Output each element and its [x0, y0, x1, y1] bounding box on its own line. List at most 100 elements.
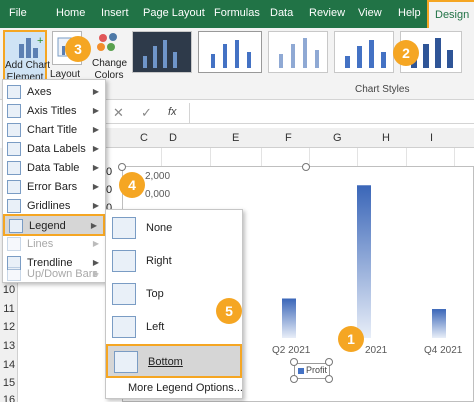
row-header[interactable]: 12	[0, 321, 18, 333]
axis-titles-icon	[7, 104, 21, 118]
chart-style-preview	[211, 40, 251, 68]
legend-swatch	[298, 368, 304, 374]
cell-value[interactable]: 0	[106, 184, 112, 196]
change-colors-button[interactable]: Change Colors	[92, 30, 128, 81]
chart-style-preview	[143, 40, 177, 68]
legend-icon	[9, 219, 23, 233]
column-header[interactable]: H	[382, 132, 390, 144]
legend-option-label: Top	[146, 288, 164, 300]
add-chart-element-button[interactable]: + Add Chart Element	[3, 30, 51, 83]
menu-item-label: Legend	[29, 220, 66, 232]
menu-item-label: Data Table	[27, 162, 80, 174]
tab-file[interactable]: File	[9, 7, 27, 19]
menu-item-label: Axes	[27, 86, 52, 98]
submenu-arrow-icon: ▶	[92, 269, 99, 278]
menu-item-label: Chart Title	[27, 124, 78, 136]
submenu-arrow-icon: ▶	[92, 239, 99, 248]
row-header[interactable]: 13	[0, 340, 18, 352]
resize-handle[interactable]	[290, 358, 298, 366]
menu-item-label: Error Bars	[27, 181, 78, 193]
legend-option-label: None	[146, 222, 173, 234]
add-chart-element-menu: Axes ▶ Axis Titles ▶ Chart Title ▶ Data …	[2, 79, 106, 283]
legend-option-label: Left	[146, 321, 165, 333]
error-bars-icon	[7, 180, 21, 194]
confirm-icon[interactable]: ✓	[141, 105, 152, 121]
add-chart-label-line1: Add Chart	[5, 60, 51, 71]
row-header[interactable]: 11	[0, 303, 18, 315]
column-header[interactable]: D	[169, 132, 177, 144]
menu-item-label: Gridlines	[27, 200, 71, 212]
step-callout: 1	[338, 326, 364, 352]
step-callout: 4	[119, 172, 145, 198]
resize-handle[interactable]	[325, 375, 333, 383]
submenu-arrow-icon: ▶	[92, 163, 99, 172]
legend-option-none[interactable]: None	[106, 212, 242, 245]
svg-text:+: +	[37, 35, 43, 47]
row-header[interactable]: 10	[0, 284, 18, 296]
legend-label: Profit	[306, 365, 328, 375]
row-header[interactable]: 14	[0, 359, 18, 371]
y-axis-tick-label: 2,000	[145, 171, 171, 182]
column-header[interactable]: G	[333, 132, 342, 144]
submenu-arrow-icon: ▶	[92, 125, 99, 134]
color-palette-icon	[97, 33, 117, 51]
submenu-arrow-icon: ▶	[92, 182, 99, 191]
menu-item-label: Lines	[27, 238, 54, 250]
column-header[interactable]: C	[140, 132, 148, 144]
function-icon[interactable]: fx	[168, 106, 177, 118]
ribbon-tab-bar: File Home Insert Page Layout Formulas Da…	[0, 0, 474, 28]
resize-handle[interactable]	[325, 358, 333, 366]
submenu-arrow-icon: ▶	[92, 87, 99, 96]
lines-icon	[7, 237, 21, 251]
chart-style-thumb-3[interactable]	[268, 31, 328, 73]
tab-help[interactable]: Help	[398, 7, 421, 19]
legend-none-icon	[112, 217, 136, 239]
menu-item-legend[interactable]: Legend ▶	[3, 214, 105, 236]
row-header[interactable]: 15	[0, 377, 18, 389]
tab-insert[interactable]: Insert	[101, 7, 129, 19]
tab-data[interactable]: Data	[270, 7, 293, 19]
step-callout: 5	[216, 298, 242, 324]
chart-style-thumb-1[interactable]	[132, 31, 192, 73]
chart-title-icon	[7, 123, 21, 137]
data-labels-icon	[7, 142, 21, 156]
y-axis-tick-label: 0,000	[145, 189, 171, 200]
chart-style-preview	[279, 38, 319, 68]
more-legend-options-link[interactable]: More Legend Options...	[128, 382, 243, 394]
column-header[interactable]: F	[285, 132, 292, 144]
submenu-arrow-icon: ▶	[92, 144, 99, 153]
x-axis-category-label: 2021	[365, 345, 388, 356]
legend-option-bottom[interactable]: Bottom	[106, 344, 242, 378]
tab-formulas[interactable]: Formulas	[214, 7, 260, 19]
resize-handle[interactable]	[290, 375, 298, 383]
tab-design[interactable]: Design	[427, 0, 474, 28]
resize-handle[interactable]	[118, 163, 126, 171]
tab-review[interactable]: Review	[309, 7, 345, 19]
tab-home[interactable]: Home	[56, 7, 85, 19]
column-header[interactable]: E	[232, 132, 239, 144]
submenu-arrow-icon: ▶	[92, 201, 99, 210]
legend-option-right[interactable]: Right	[106, 245, 242, 278]
row-header[interactable]: 16	[0, 394, 18, 402]
menu-item-label: Axis Titles	[27, 105, 77, 117]
change-colors-line1: Change	[92, 58, 128, 69]
up-down-bars-icon	[7, 267, 21, 281]
tab-page-layout[interactable]: Page Layout	[143, 7, 205, 19]
column-header-row: C D E F G H I	[105, 128, 474, 148]
column-header[interactable]: I	[430, 132, 433, 144]
cancel-icon[interactable]: ✕	[113, 105, 124, 121]
legend-bottom-icon	[114, 351, 138, 373]
menu-item-label: Up/Down Bars	[27, 268, 98, 280]
chart-style-thumb-2[interactable]	[198, 31, 262, 73]
legend-right-icon	[112, 250, 136, 272]
data-table-icon	[7, 161, 21, 175]
cell-value[interactable]: 0	[106, 166, 112, 178]
menu-item-label: Data Labels	[27, 143, 86, 155]
formula-input[interactable]	[189, 103, 474, 123]
chart-styles-group-label: Chart Styles	[355, 84, 410, 95]
axes-icon	[7, 85, 21, 99]
tab-view[interactable]: View	[358, 7, 382, 19]
chart-style-thumb-4[interactable]	[334, 31, 394, 73]
legend-option-label: Bottom	[148, 356, 183, 368]
resize-handle[interactable]	[302, 163, 310, 171]
